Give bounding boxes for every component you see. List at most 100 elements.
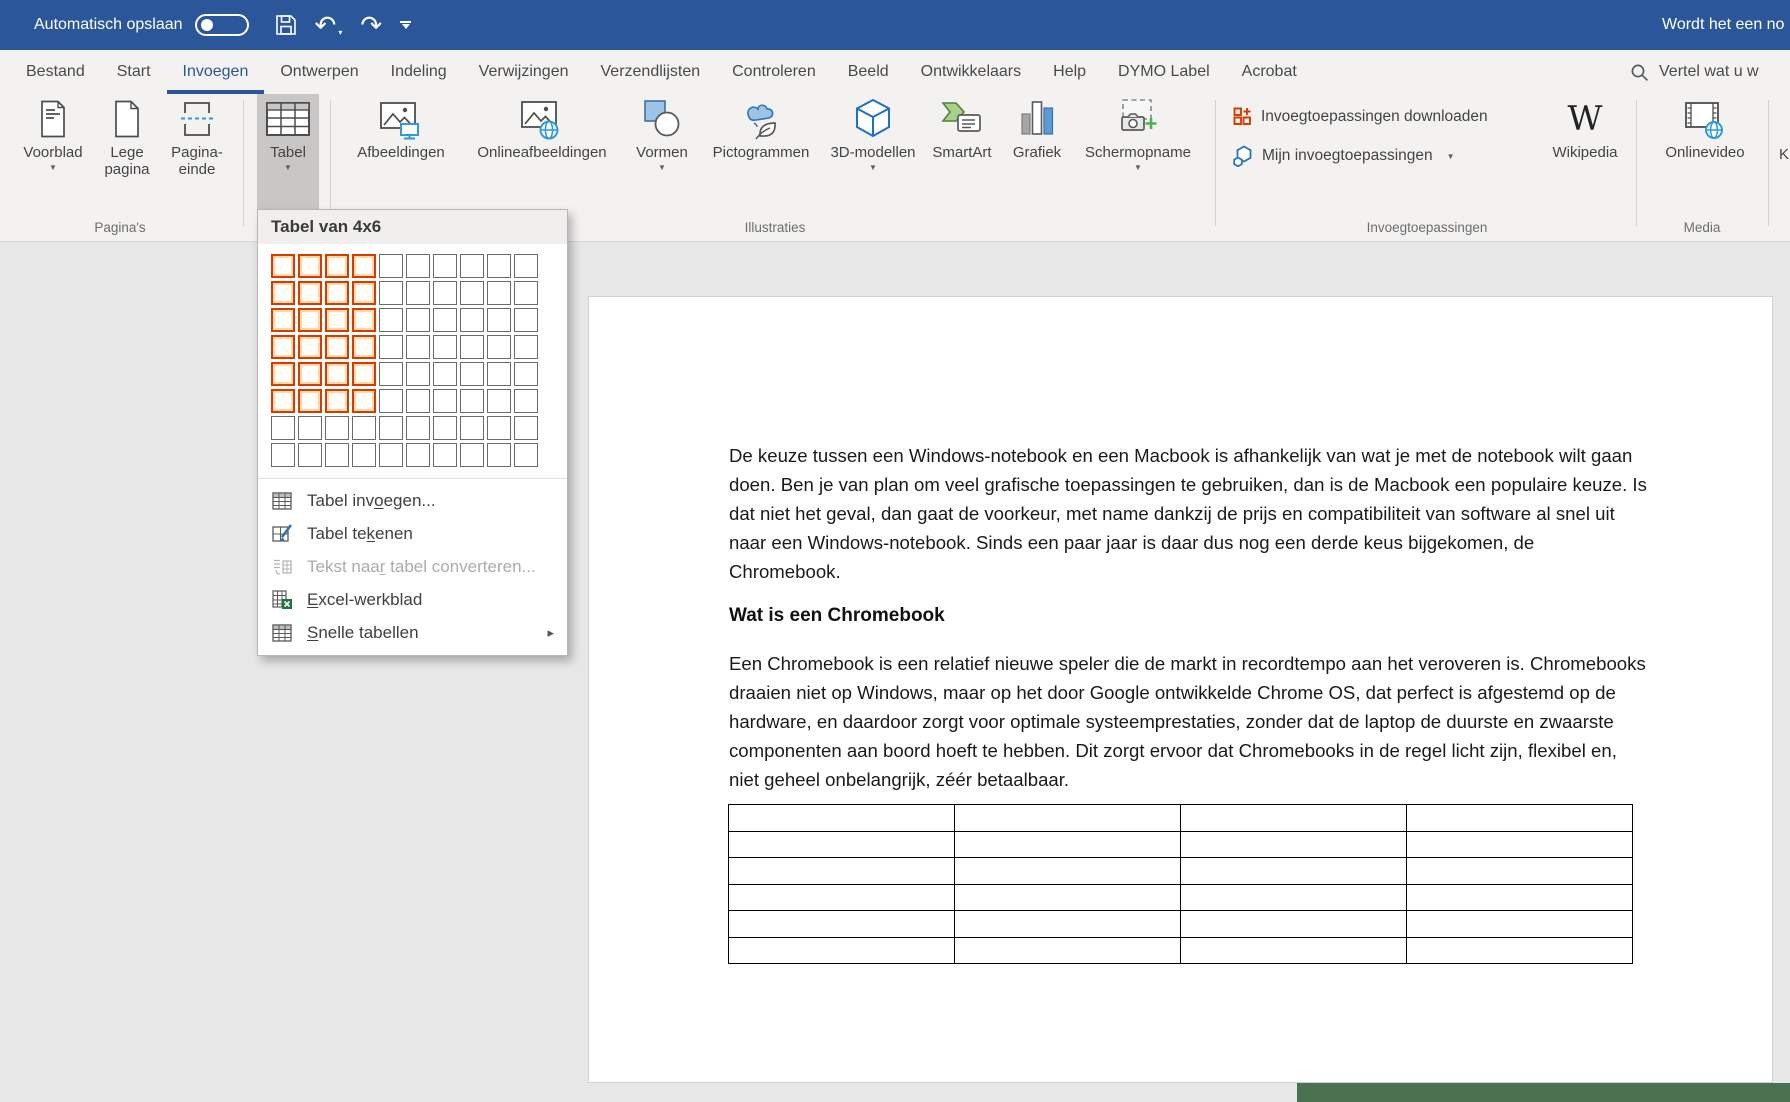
grid-cell-3x6[interactable]: [325, 389, 349, 413]
grid-cell-4x8[interactable]: [352, 443, 376, 467]
customize-quick-access-icon[interactable]: [400, 21, 412, 29]
save-icon[interactable]: [275, 14, 297, 36]
grid-cell-2x3[interactable]: [298, 308, 322, 332]
doc-table-cell[interactable]: [954, 936, 1181, 964]
grid-cell-3x4[interactable]: [325, 335, 349, 359]
blank-page-button[interactable]: Lege pagina: [92, 96, 162, 208]
grid-cell-7x7[interactable]: [433, 416, 457, 440]
grid-cell-9x5[interactable]: [487, 362, 511, 386]
grid-cell-7x6[interactable]: [433, 389, 457, 413]
grid-cell-9x8[interactable]: [487, 443, 511, 467]
doc-table-cell[interactable]: [728, 883, 955, 911]
icons-button[interactable]: Pictogrammen: [700, 96, 822, 208]
grid-cell-6x4[interactable]: [406, 335, 430, 359]
grid-cell-3x1[interactable]: [325, 254, 349, 278]
tab-controleren[interactable]: Controleren: [716, 50, 832, 94]
doc-table-cell[interactable]: [954, 830, 1181, 858]
tab-ontwerpen[interactable]: Ontwerpen: [264, 50, 374, 94]
doc-table-cell[interactable]: [728, 857, 955, 885]
redo-button[interactable]: ↷: [360, 12, 382, 38]
doc-table-cell[interactable]: [1180, 883, 1407, 911]
grid-cell-3x5[interactable]: [325, 362, 349, 386]
undo-button[interactable]: ↶ ▾: [315, 12, 343, 38]
grid-cell-4x6[interactable]: [352, 389, 376, 413]
grid-cell-2x8[interactable]: [298, 443, 322, 467]
wikipedia-button[interactable]: W Wikipedia: [1545, 96, 1625, 208]
tab-start[interactable]: Start: [101, 50, 167, 94]
tab-verzendlijsten[interactable]: Verzendlijsten: [585, 50, 717, 94]
tab-acrobat[interactable]: Acrobat: [1226, 50, 1313, 94]
grid-cell-2x6[interactable]: [298, 389, 322, 413]
grid-cell-1x7[interactable]: [271, 416, 295, 440]
menu-item-quick-tables[interactable]: Snelle tabellen ▸: [258, 616, 567, 649]
doc-table-cell[interactable]: [728, 936, 955, 964]
doc-table-cell[interactable]: [954, 910, 1181, 938]
doc-table-cell[interactable]: [954, 804, 1181, 832]
doc-table-cell[interactable]: [1180, 830, 1407, 858]
grid-cell-9x2[interactable]: [487, 281, 511, 305]
get-addins-button[interactable]: Invoegtoepassingen downloaden: [1232, 106, 1488, 127]
doc-table-cell[interactable]: [1406, 857, 1633, 885]
3d-models-button[interactable]: 3D-modellen ▼: [830, 96, 916, 208]
grid-cell-4x7[interactable]: [352, 416, 376, 440]
grid-cell-8x1[interactable]: [460, 254, 484, 278]
chart-button[interactable]: Grafiek: [1006, 96, 1068, 208]
page-break-button[interactable]: Pagina-einde: [160, 96, 234, 208]
menu-item-excel-spreadsheet[interactable]: Excel-werkblad: [258, 583, 567, 616]
grid-cell-7x3[interactable]: [433, 308, 457, 332]
doc-table-cell[interactable]: [1406, 910, 1633, 938]
doc-table-cell[interactable]: [1180, 804, 1407, 832]
doc-table-cell[interactable]: [728, 804, 955, 832]
grid-cell-9x7[interactable]: [487, 416, 511, 440]
grid-cell-3x7[interactable]: [325, 416, 349, 440]
doc-table-cell[interactable]: [1406, 830, 1633, 858]
doc-table-cell[interactable]: [1406, 804, 1633, 832]
grid-cell-8x5[interactable]: [460, 362, 484, 386]
grid-cell-1x6[interactable]: [271, 389, 295, 413]
grid-cell-4x2[interactable]: [352, 281, 376, 305]
online-video-button[interactable]: Onlinevideo: [1655, 96, 1755, 208]
screenshot-button[interactable]: Schermopname ▼: [1072, 96, 1204, 208]
tab-bestand[interactable]: Bestand: [10, 50, 101, 94]
shapes-button[interactable]: Vormen ▼: [627, 96, 697, 208]
my-addins-button[interactable]: Mijn invoegtoepassingen ▼: [1232, 145, 1455, 167]
doc-table-cell[interactable]: [1180, 857, 1407, 885]
tab-ontwikkelaars[interactable]: Ontwikkelaars: [905, 50, 1037, 94]
tab-verwijzingen[interactable]: Verwijzingen: [463, 50, 585, 94]
grid-cell-2x5[interactable]: [298, 362, 322, 386]
grid-cell-6x3[interactable]: [406, 308, 430, 332]
grid-cell-1x4[interactable]: [271, 335, 295, 359]
grid-cell-8x3[interactable]: [460, 308, 484, 332]
grid-cell-2x7[interactable]: [298, 416, 322, 440]
doc-table-cell[interactable]: [954, 857, 1181, 885]
grid-cell-3x8[interactable]: [325, 443, 349, 467]
grid-cell-10x5[interactable]: [514, 362, 538, 386]
grid-cell-10x8[interactable]: [514, 443, 538, 467]
grid-cell-10x1[interactable]: [514, 254, 538, 278]
grid-cell-4x5[interactable]: [352, 362, 376, 386]
grid-cell-9x1[interactable]: [487, 254, 511, 278]
grid-cell-1x3[interactable]: [271, 308, 295, 332]
menu-item-draw-table[interactable]: Tabel tekenen: [258, 517, 567, 550]
grid-cell-6x7[interactable]: [406, 416, 430, 440]
doc-table-cell[interactable]: [728, 830, 955, 858]
grid-cell-3x2[interactable]: [325, 281, 349, 305]
doc-table-cell[interactable]: [1180, 910, 1407, 938]
grid-cell-5x7[interactable]: [379, 416, 403, 440]
grid-cell-6x6[interactable]: [406, 389, 430, 413]
grid-cell-10x6[interactable]: [514, 389, 538, 413]
grid-cell-7x2[interactable]: [433, 281, 457, 305]
grid-cell-6x1[interactable]: [406, 254, 430, 278]
grid-cell-1x8[interactable]: [271, 443, 295, 467]
grid-cell-1x5[interactable]: [271, 362, 295, 386]
tell-me-search[interactable]: Vertel wat u w: [1630, 50, 1759, 94]
grid-cell-6x5[interactable]: [406, 362, 430, 386]
tab-beeld[interactable]: Beeld: [832, 50, 905, 94]
grid-cell-1x1[interactable]: [271, 254, 295, 278]
tab-invoegen[interactable]: Invoegen: [167, 50, 265, 94]
grid-cell-10x7[interactable]: [514, 416, 538, 440]
undo-dropdown-caret[interactable]: ▾: [338, 28, 342, 38]
online-pictures-button[interactable]: Onlineafbeeldingen: [462, 96, 622, 208]
grid-cell-2x4[interactable]: [298, 335, 322, 359]
grid-cell-5x4[interactable]: [379, 335, 403, 359]
